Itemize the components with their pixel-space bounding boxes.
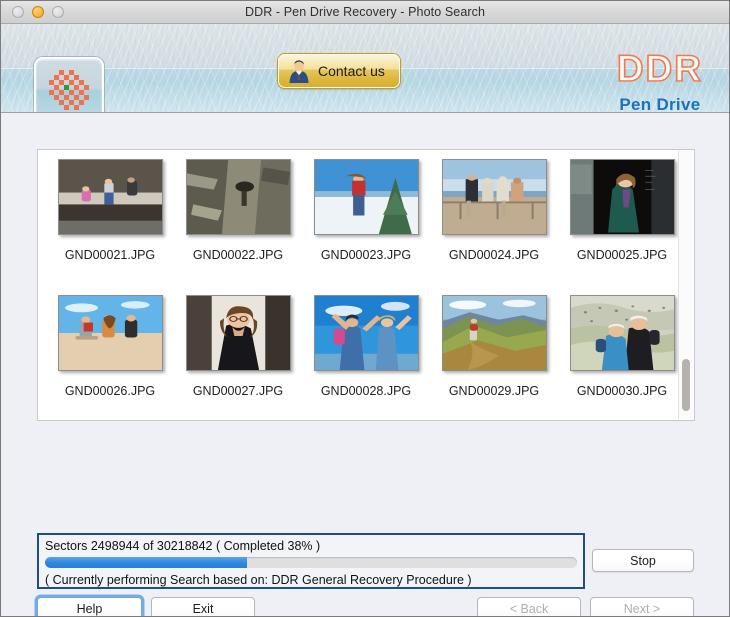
photo-row: GND00026.JPG GND00027.JPG <box>46 295 686 421</box>
contact-us-label: Contact us <box>318 63 385 79</box>
app-window: DDR - Pen Drive Recovery - Photo Search … <box>0 0 730 617</box>
photo-filename: GND00025.JPG <box>577 248 667 262</box>
photo-thumbnail[interactable] <box>570 295 675 371</box>
progress-bar-fill <box>45 557 247 568</box>
zoom-button[interactable] <box>52 6 64 18</box>
close-button[interactable] <box>12 6 24 18</box>
progress-note: ( Currently performing Search based on: … <box>45 573 577 587</box>
photo-item[interactable]: GND00029.JPG <box>430 295 558 421</box>
photo-item[interactable]: GND00027.JPG <box>174 295 302 421</box>
next-button[interactable]: Next > <box>590 597 694 617</box>
stop-button[interactable]: Stop <box>592 549 694 572</box>
photo-thumbnail[interactable] <box>442 295 547 371</box>
photo-filename: GND00026.JPG <box>65 384 155 398</box>
photo-thumbnail[interactable] <box>58 295 163 371</box>
photo-row: GND00021.JPG GND00022.JPG GND00023.JPG <box>46 159 686 295</box>
photo-thumbnail[interactable] <box>314 159 419 235</box>
person-avatar-icon <box>286 58 312 84</box>
photo-thumbnail[interactable] <box>314 295 419 371</box>
content-area: GND00021.JPG GND00022.JPG GND00023.JPG <box>1 113 729 617</box>
brand-subtitle: Pen Drive <box>617 96 703 113</box>
photo-item[interactable]: GND00028.JPG <box>302 295 430 421</box>
help-button[interactable]: Help <box>37 597 142 617</box>
photo-item[interactable]: GND00023.JPG <box>302 159 430 295</box>
photo-item[interactable]: GND00025.JPG <box>558 159 686 295</box>
window-title: DDR - Pen Drive Recovery - Photo Search <box>1 5 729 19</box>
exit-button[interactable]: Exit <box>151 597 255 617</box>
photo-thumbnail[interactable] <box>570 159 675 235</box>
photo-thumbnail[interactable] <box>186 159 291 235</box>
photo-thumbnail[interactable] <box>186 295 291 371</box>
photo-grid: GND00021.JPG GND00022.JPG GND00023.JPG <box>38 150 694 420</box>
header-banner: Contact us DDR Pen Drive <box>1 24 729 113</box>
photo-filename: GND00024.JPG <box>449 248 539 262</box>
minimize-button[interactable] <box>32 6 44 18</box>
photo-filename: GND00029.JPG <box>449 384 539 398</box>
photo-thumbnail[interactable] <box>58 159 163 235</box>
photo-item[interactable]: GND00030.JPG <box>558 295 686 421</box>
app-icon-tile <box>34 57 104 113</box>
photo-item[interactable]: GND00026.JPG <box>46 295 174 421</box>
progress-bar <box>45 557 577 568</box>
photo-thumbnail[interactable] <box>442 159 547 235</box>
photo-item[interactable]: GND00022.JPG <box>174 159 302 295</box>
contact-us-button[interactable]: Contact us <box>278 54 400 88</box>
photo-item[interactable]: GND00024.JPG <box>430 159 558 295</box>
photo-filename: GND00028.JPG <box>321 384 411 398</box>
brand-title: DDR <box>617 50 703 87</box>
photo-filename: GND00021.JPG <box>65 248 155 262</box>
titlebar: DDR - Pen Drive Recovery - Photo Search <box>1 1 729 24</box>
back-button[interactable]: < Back <box>477 597 581 617</box>
brand-logo: DDR Pen Drive <box>617 50 703 113</box>
progress-panel: Sectors 2498944 of 30218842 ( Completed … <box>37 533 585 589</box>
photo-item[interactable]: GND00021.JPG <box>46 159 174 295</box>
photo-filename: GND00030.JPG <box>577 384 667 398</box>
progress-status-line: Sectors 2498944 of 30218842 ( Completed … <box>45 539 577 553</box>
photo-filename: GND00022.JPG <box>193 248 283 262</box>
window-controls <box>12 6 64 18</box>
photo-filename: GND00023.JPG <box>321 248 411 262</box>
vertical-scrollbar[interactable] <box>678 151 693 419</box>
photo-filename: GND00027.JPG <box>193 384 283 398</box>
photo-results-panel: GND00021.JPG GND00022.JPG GND00023.JPG <box>37 149 695 421</box>
checkered-flower-icon <box>48 69 90 111</box>
scrollbar-thumb[interactable] <box>682 359 690 411</box>
